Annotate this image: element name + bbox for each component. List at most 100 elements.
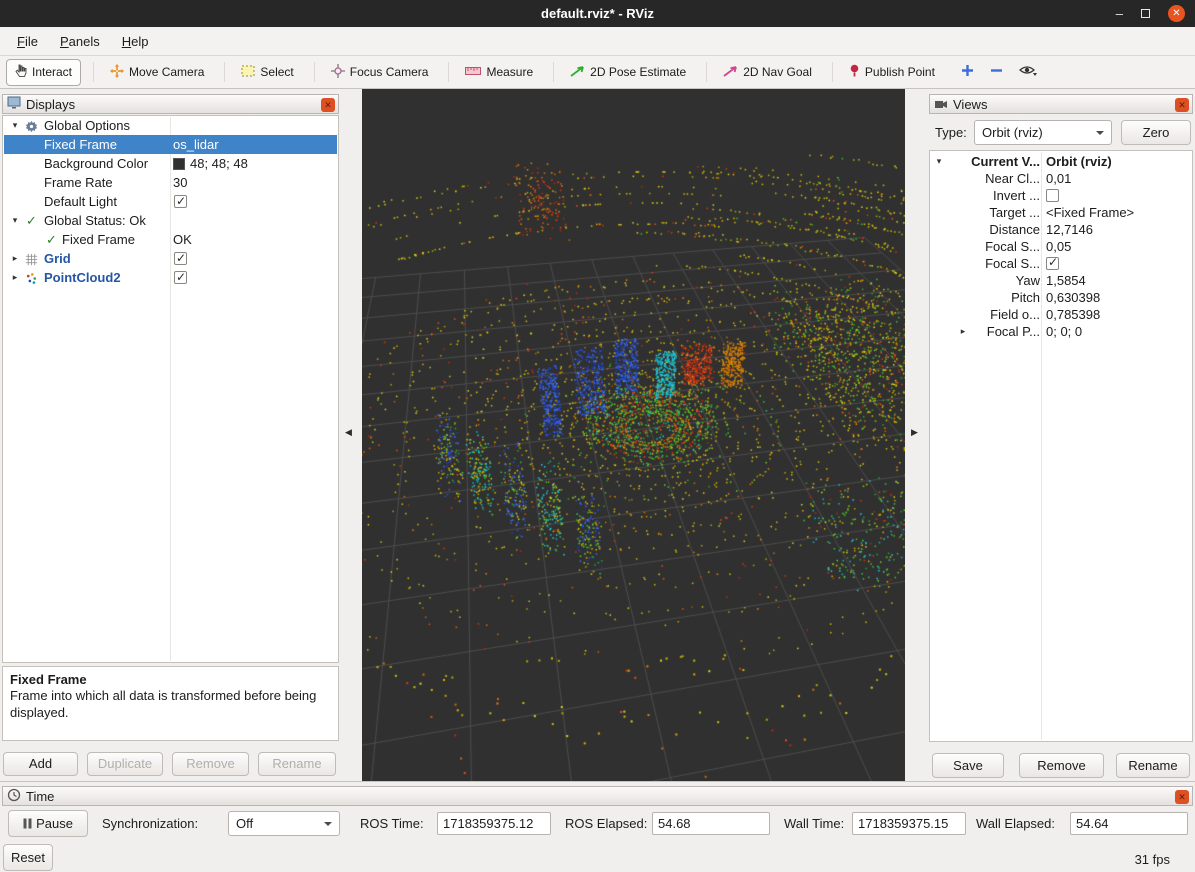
tree-row-default-light[interactable]: Default Light <box>4 192 337 211</box>
property-value[interactable]: 0; 0; 0 <box>1046 323 1082 340</box>
property-name: Field o... <box>931 306 1040 323</box>
tool-2d-pose-estimate[interactable]: 2D Pose Estimate <box>562 60 694 84</box>
tree-row-global-status[interactable]: ▾ ✓ Global Status: Ok <box>4 211 337 230</box>
zero-button[interactable]: Zero <box>1121 120 1191 145</box>
window-title: default.rviz* - RViz <box>541 6 654 21</box>
display-name[interactable]: Grid <box>44 249 71 268</box>
chevron-down-icon <box>324 822 332 826</box>
maximize-icon[interactable] <box>1141 9 1150 18</box>
property-value[interactable]: 0,630398 <box>1046 289 1100 306</box>
expander-right-icon[interactable]: ▸ <box>8 249 22 268</box>
time-panel-header[interactable]: Time <box>2 786 1193 806</box>
property-value[interactable]: 30 <box>173 173 187 192</box>
property-name: Yaw <box>931 272 1040 289</box>
view-row-target-frame[interactable]: Target ... <Fixed Frame> <box>931 204 1191 221</box>
view-row-invert-z[interactable]: Invert ... <box>931 187 1191 204</box>
collapse-right-arrow-icon[interactable]: ▶ <box>911 427 918 438</box>
view-row-pitch[interactable]: Pitch 0,630398 <box>931 289 1191 306</box>
tool-label: Publish Point <box>865 65 935 79</box>
reset-button[interactable]: Reset <box>3 844 53 871</box>
add-button[interactable]: Add <box>3 752 78 776</box>
view-row-yaw[interactable]: Yaw 1,5854 <box>931 272 1191 289</box>
checkbox[interactable] <box>1046 257 1059 270</box>
property-value: Orbit (rviz) <box>1046 153 1112 170</box>
tool-label: 2D Nav Goal <box>743 65 812 79</box>
toolbar-separator <box>224 62 225 82</box>
panel-close-icon[interactable] <box>1175 98 1189 112</box>
panel-close-icon[interactable] <box>1175 790 1189 804</box>
left-splitter[interactable]: ◀ <box>341 89 362 781</box>
checkbox[interactable] <box>174 195 187 208</box>
expander-right-icon[interactable]: ▸ <box>8 268 22 287</box>
menu-panels[interactable]: Panels <box>49 30 111 53</box>
displays-panel-icon <box>7 96 21 112</box>
displays-panel-header[interactable]: Displays <box>2 94 339 114</box>
expander-down-icon[interactable]: ▾ <box>8 211 22 230</box>
collapse-left-arrow-icon[interactable]: ◀ <box>345 427 352 438</box>
close-icon[interactable]: ✕ <box>1168 5 1185 22</box>
checkbox[interactable] <box>1046 189 1059 202</box>
tree-row-global-options[interactable]: ▾ Global Options <box>4 116 337 135</box>
checkbox[interactable] <box>174 252 187 265</box>
property-value[interactable]: 0,05 <box>1046 238 1071 255</box>
minimize-icon[interactable]: – <box>1116 0 1123 27</box>
rename-button[interactable]: Rename <box>258 752 336 776</box>
add-tool-plus-icon[interactable] <box>961 64 974 80</box>
property-value[interactable]: os_lidar <box>173 135 219 154</box>
right-splitter[interactable]: ▶ <box>905 89 927 781</box>
tool-measure[interactable]: Measure <box>457 61 541 83</box>
menu-help[interactable]: Help <box>111 30 160 53</box>
panel-close-icon[interactable] <box>321 98 335 112</box>
checkbox[interactable] <box>174 271 187 284</box>
menu-file[interactable]: File <box>6 30 49 53</box>
tool-2d-nav-goal[interactable]: 2D Nav Goal <box>715 60 820 84</box>
view-row-distance[interactable]: Distance 12,7146 <box>931 221 1191 238</box>
view-row-focal-point[interactable]: ▸ Focal P... 0; 0; 0 <box>931 323 1191 340</box>
wall-time-input[interactable] <box>852 812 966 835</box>
window-controls: – ✕ <box>1116 0 1185 27</box>
tool-visibility-eye-icon[interactable] <box>1019 64 1037 80</box>
tree-row-status-fixed-frame[interactable]: ✓ Fixed Frame OK <box>4 230 337 249</box>
color-swatch[interactable] <box>173 158 185 170</box>
remove-tool-minus-icon[interactable] <box>990 64 1003 80</box>
synchronization-dropdown[interactable]: Off <box>228 811 340 836</box>
property-value[interactable]: 48; 48; 48 <box>190 154 248 173</box>
wall-elapsed-input[interactable] <box>1070 812 1188 835</box>
tool-label: Select <box>260 65 293 79</box>
property-value[interactable]: 12,7146 <box>1046 221 1093 238</box>
view-row-focal-shape-fixed[interactable]: Focal S... <box>931 255 1191 272</box>
tree-row-fixed-frame[interactable]: Fixed Frame os_lidar <box>4 135 337 154</box>
property-value[interactable]: 0,01 <box>1046 170 1071 187</box>
remove-button[interactable]: Remove <box>172 752 249 776</box>
tool-interact[interactable]: Interact <box>6 59 81 86</box>
view-row-focal-shape-size[interactable]: Focal S... 0,05 <box>931 238 1191 255</box>
view-type-dropdown[interactable]: Orbit (rviz) <box>974 120 1112 145</box>
property-value[interactable]: 0,785398 <box>1046 306 1100 323</box>
expander-down-icon[interactable]: ▾ <box>8 116 22 135</box>
views-panel-header[interactable]: Views <box>929 94 1193 114</box>
tree-row-frame-rate[interactable]: Frame Rate 30 <box>4 173 337 192</box>
toolbar: Interact Move Camera Select Focus Camera… <box>0 56 1195 89</box>
tree-row-pointcloud2[interactable]: ▸ PointCloud2 <box>4 268 337 287</box>
rename-button[interactable]: Rename <box>1116 753 1190 778</box>
save-button[interactable]: Save <box>932 753 1004 778</box>
tree-row-background-color[interactable]: Background Color 48; 48; 48 <box>4 154 337 173</box>
property-value[interactable]: 1,5854 <box>1046 272 1086 289</box>
ros-elapsed-input[interactable] <box>652 812 770 835</box>
view-row-current-view[interactable]: ▾ Current V... Orbit (rviz) <box>931 153 1191 170</box>
ros-time-input[interactable] <box>437 812 551 835</box>
tool-select[interactable]: Select <box>233 61 301 84</box>
tree-row-grid[interactable]: ▸ Grid <box>4 249 337 268</box>
property-value[interactable]: <Fixed Frame> <box>1046 204 1134 221</box>
property-name: Global Options <box>44 116 130 135</box>
display-name[interactable]: PointCloud2 <box>44 268 121 287</box>
duplicate-button[interactable]: Duplicate <box>87 752 163 776</box>
tool-move-camera[interactable]: Move Camera <box>102 60 212 85</box>
tool-publish-point[interactable]: Publish Point <box>841 60 943 84</box>
view-row-field-of-view[interactable]: Field o... 0,785398 <box>931 306 1191 323</box>
pause-button[interactable]: Pause <box>8 810 88 837</box>
tool-focus-camera[interactable]: Focus Camera <box>323 60 437 85</box>
3d-viewport-canvas[interactable] <box>362 89 905 781</box>
remove-button[interactable]: Remove <box>1019 753 1104 778</box>
view-row-near-clip[interactable]: Near Cl... 0,01 <box>931 170 1191 187</box>
